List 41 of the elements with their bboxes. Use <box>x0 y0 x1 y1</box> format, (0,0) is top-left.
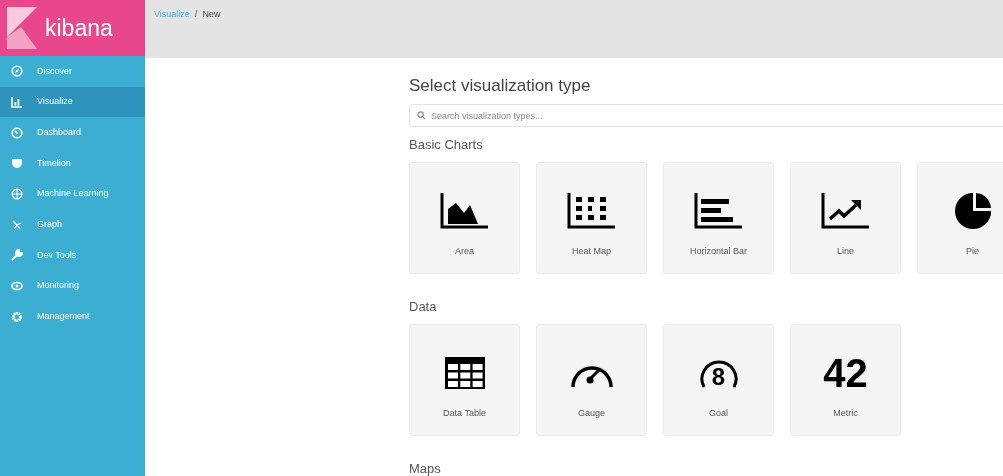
visualization-card[interactable]: Heat Map <box>536 162 647 274</box>
heat-map-icon <box>566 191 617 231</box>
visualization-card[interactable]: Horizontal Bar <box>663 162 774 274</box>
nav-item[interactable]: Machine Learning <box>0 178 145 210</box>
section-title: Maps <box>409 460 442 476</box>
nav-item[interactable]: Graph <box>0 209 145 241</box>
chart-icon <box>11 96 23 109</box>
search-icon <box>417 111 426 120</box>
nav-item[interactable]: Timelion <box>0 148 145 179</box>
nav-item[interactable]: Management <box>0 301 145 333</box>
horizontal-bar-icon <box>693 191 744 231</box>
area-chart-icon <box>439 191 490 231</box>
eye-icon <box>11 280 23 293</box>
visualization-card[interactable]: Gauge <box>536 324 647 436</box>
nav-item[interactable]: Discover <box>0 56 145 87</box>
logo-icon <box>7 7 37 49</box>
section-title: Data <box>409 298 438 316</box>
gear-icon <box>11 310 23 323</box>
page-title: Select visualization type <box>409 75 592 97</box>
visualization-card[interactable]: Pie <box>917 162 1003 274</box>
gauge-icon <box>11 126 23 139</box>
wrench-icon <box>11 249 23 262</box>
breadcrumb-separator: / <box>194 8 198 21</box>
line-chart-icon <box>820 191 871 231</box>
nav-item[interactable]: Dashboard <box>0 117 145 149</box>
shield-icon <box>11 157 23 170</box>
metric-value: 42 <box>823 353 868 393</box>
nav-item[interactable]: Visualize <box>0 86 145 118</box>
breadcrumb-current: New <box>202 8 221 21</box>
visualization-card[interactable]: 42 Metric <box>790 324 901 436</box>
nav-item[interactable]: Monitoring <box>0 270 145 302</box>
visualization-card[interactable]: Line <box>790 162 901 274</box>
breadcrumb-link[interactable]: Visualize <box>154 8 190 22</box>
section-title: Basic Charts <box>409 136 484 154</box>
visualization-card[interactable]: 8 Goal <box>663 324 774 436</box>
compass-icon <box>11 65 23 78</box>
visualization-card[interactable]: Area <box>409 162 520 274</box>
nav-item[interactable]: Dev Tools <box>0 240 145 271</box>
brand-name: kibana <box>45 13 113 43</box>
visualization-card[interactable]: Data Table <box>409 324 520 436</box>
search-field[interactable]: Search visualization types... <box>409 104 1003 127</box>
